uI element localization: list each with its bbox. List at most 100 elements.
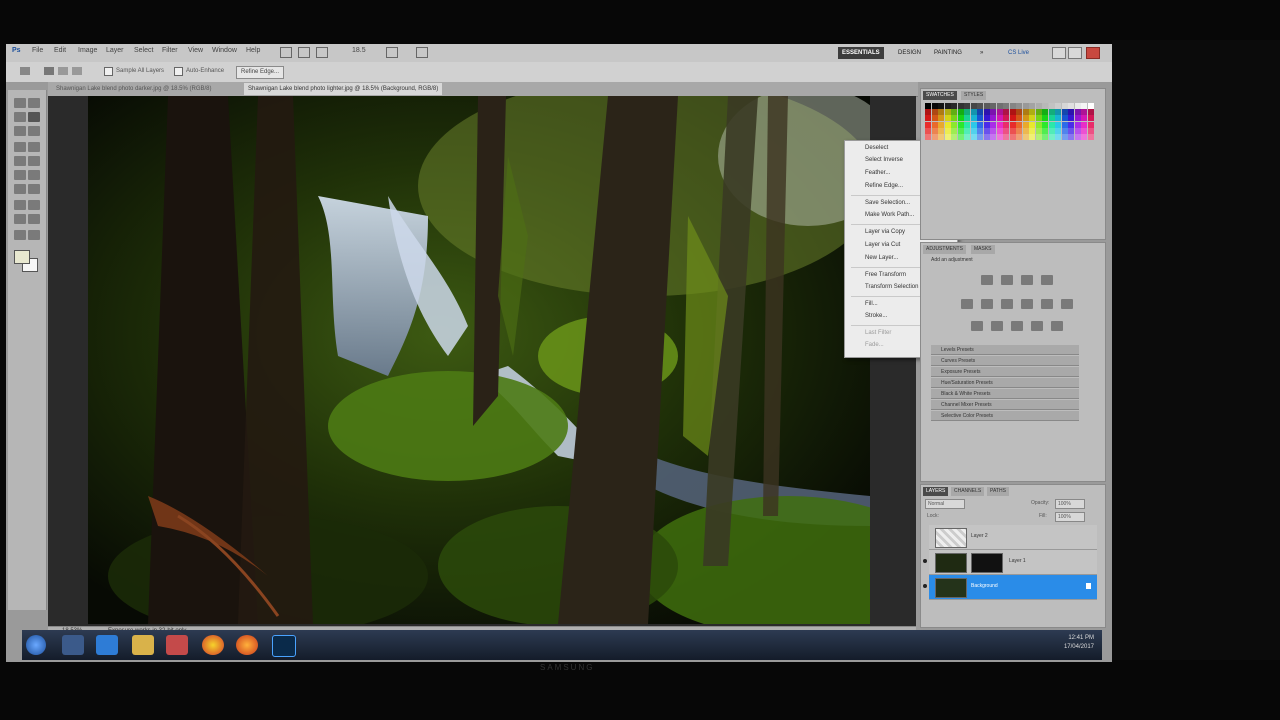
color-swatch[interactable] (1029, 134, 1035, 140)
color-swatch[interactable] (1087, 127, 1094, 134)
color-swatch[interactable] (977, 109, 983, 116)
color-swatch[interactable] (944, 121, 951, 128)
color-swatch[interactable] (970, 103, 977, 109)
layer-mask-thumbnail[interactable] (971, 553, 1003, 573)
blur-tool-icon[interactable] (14, 184, 26, 194)
color-swatch[interactable] (951, 127, 957, 134)
color-swatch[interactable] (996, 109, 1003, 116)
menu-file[interactable]: File (32, 47, 43, 54)
color-swatch[interactable] (957, 109, 964, 116)
brightness-contrast-icon[interactable] (981, 275, 993, 285)
tab-paths[interactable]: PATHS (987, 487, 1009, 496)
color-swatch[interactable] (1074, 109, 1081, 116)
color-swatch[interactable] (1081, 109, 1087, 116)
color-swatch[interactable] (944, 127, 951, 134)
color-swatch[interactable] (1029, 121, 1035, 128)
color-swatch[interactable] (970, 127, 977, 134)
color-swatch[interactable] (931, 109, 938, 116)
app-icon[interactable] (62, 635, 84, 655)
color-swatch[interactable] (957, 134, 964, 140)
color-swatch[interactable] (990, 103, 996, 109)
color-swatch[interactable] (1087, 103, 1094, 109)
color-swatch[interactable] (1035, 134, 1042, 140)
menu-item-stroke[interactable]: Stroke... (865, 313, 887, 319)
color-balance-icon[interactable] (1001, 299, 1013, 309)
eyedropper-tool-icon[interactable] (28, 126, 40, 136)
color-swatch[interactable] (1061, 109, 1068, 116)
color-swatch[interactable] (944, 115, 951, 122)
posterize-icon[interactable] (991, 321, 1003, 331)
color-swatch[interactable] (938, 103, 944, 109)
color-swatch[interactable] (1081, 115, 1087, 122)
color-swatch[interactable] (990, 134, 996, 140)
preset-black-white[interactable]: Black & White Presets (931, 389, 1079, 399)
photoshop-taskbar-icon[interactable] (272, 635, 296, 657)
swatch-grid[interactable] (925, 103, 1095, 141)
new-selection-icon[interactable] (44, 67, 54, 75)
color-swatch[interactable] (1081, 121, 1087, 128)
color-swatch[interactable] (1016, 109, 1022, 116)
color-swatch[interactable] (1022, 103, 1029, 109)
color-swatch[interactable] (925, 134, 931, 140)
color-swatch[interactable] (1061, 134, 1068, 140)
color-swatch[interactable] (990, 127, 996, 134)
color-swatch[interactable] (1042, 127, 1048, 134)
color-swatch[interactable] (1048, 109, 1055, 116)
color-swatch[interactable] (1042, 134, 1048, 140)
add-to-selection-icon[interactable] (58, 67, 68, 75)
menu-item-refine-edge[interactable]: Refine Edge... (865, 183, 903, 189)
zoom-level[interactable]: 18.5 (352, 47, 366, 54)
color-swatch[interactable] (964, 134, 970, 140)
taskbar-clock[interactable]: 12:41 PM 17/04/2017 (1064, 634, 1094, 652)
color-swatch[interactable] (938, 134, 944, 140)
menu-edit[interactable]: Edit (54, 47, 66, 54)
minimize-button[interactable] (1052, 47, 1066, 59)
color-swatch[interactable] (1029, 109, 1035, 116)
selective-color-icon[interactable] (1051, 321, 1063, 331)
menu-item-deselect[interactable]: Deselect (865, 145, 888, 151)
color-swatch[interactable] (951, 121, 957, 128)
gradient-tool-icon[interactable] (28, 170, 40, 180)
color-swatch[interactable] (983, 121, 990, 128)
color-swatch[interactable] (1016, 103, 1022, 109)
color-swatch[interactable] (964, 115, 970, 122)
cs-live-button[interactable]: CS Live (1004, 47, 1033, 59)
threshold-icon[interactable] (1011, 321, 1023, 331)
tab-styles[interactable]: STYLES (961, 91, 987, 100)
color-swatch[interactable] (990, 115, 996, 122)
color-swatch[interactable] (1009, 121, 1016, 128)
color-swatch[interactable] (1029, 127, 1035, 134)
color-swatch[interactable] (964, 109, 970, 116)
color-swatch[interactable] (925, 127, 931, 134)
color-swatch[interactable] (1074, 127, 1081, 134)
color-swatch[interactable] (1074, 103, 1081, 109)
color-swatch[interactable] (1074, 121, 1081, 128)
color-swatch[interactable] (1035, 115, 1042, 122)
sample-all-layers-checkbox[interactable] (104, 67, 113, 76)
color-swatch[interactable] (1035, 103, 1042, 109)
color-swatch[interactable] (983, 103, 990, 109)
color-swatch[interactable] (925, 103, 931, 109)
color-swatch[interactable] (1055, 121, 1061, 128)
color-swatch[interactable] (931, 121, 938, 128)
color-swatch[interactable] (970, 121, 977, 128)
path-selection-tool-icon[interactable] (14, 214, 26, 224)
color-swatch[interactable] (1055, 134, 1061, 140)
history-brush-tool-icon[interactable] (28, 156, 40, 166)
preset-channel-mixer[interactable]: Channel Mixer Presets (931, 400, 1079, 410)
menu-select[interactable]: Select (134, 47, 153, 54)
color-swatch[interactable] (977, 134, 983, 140)
color-swatch[interactable] (977, 103, 983, 109)
color-swatch[interactable] (1009, 134, 1016, 140)
color-swatch[interactable] (1068, 109, 1074, 116)
color-swatch[interactable] (970, 109, 977, 116)
color-swatch[interactable] (1042, 103, 1048, 109)
quick-selection-tool-button[interactable] (28, 112, 40, 122)
color-swatch[interactable] (1068, 121, 1074, 128)
color-swatch[interactable] (970, 134, 977, 140)
vibrance-icon[interactable] (961, 299, 973, 309)
color-swatch[interactable] (1016, 115, 1022, 122)
color-swatch[interactable] (938, 121, 944, 128)
menu-layer[interactable]: Layer (106, 47, 124, 54)
channel-mixer-icon[interactable] (1061, 299, 1073, 309)
